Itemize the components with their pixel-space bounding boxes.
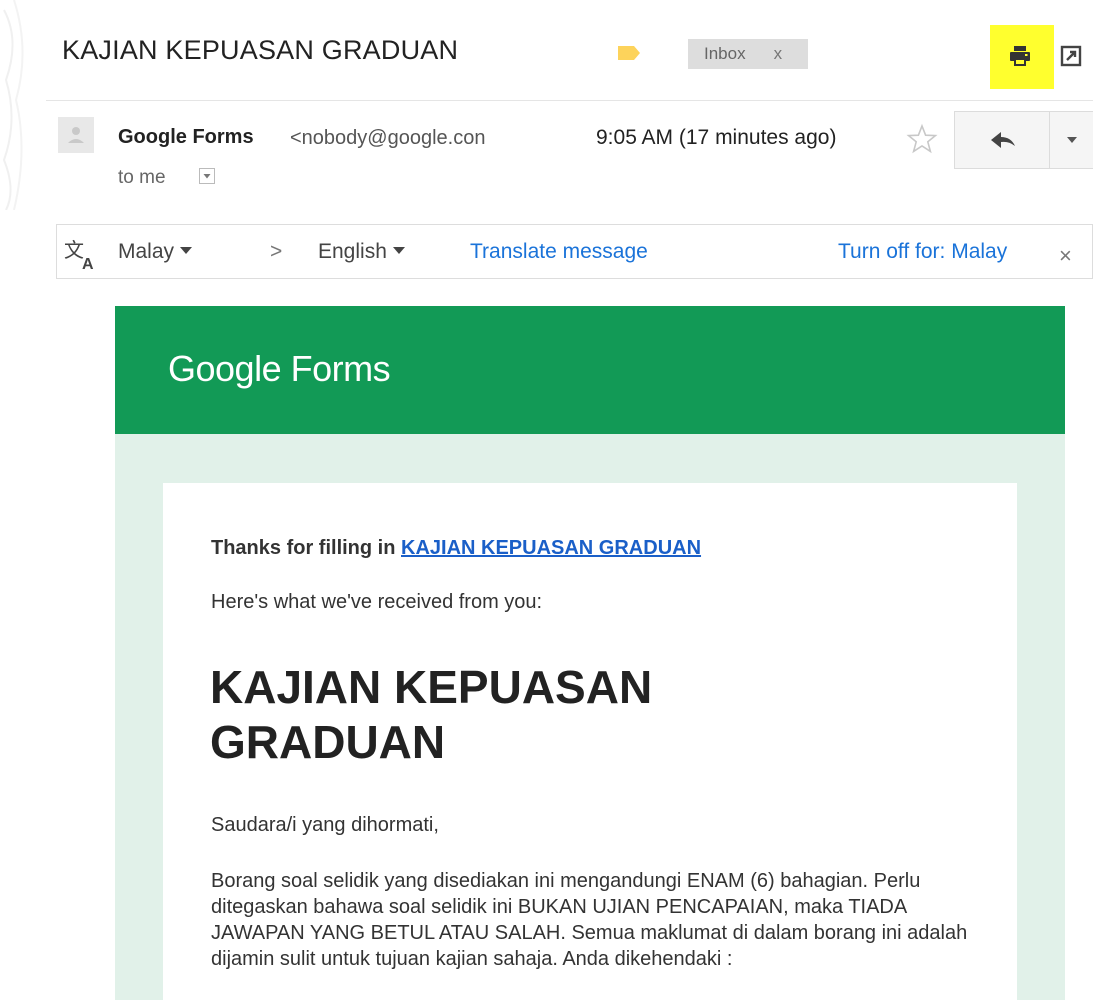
source-language-select[interactable]: Malay xyxy=(118,240,193,264)
translate-message-link[interactable]: Translate message xyxy=(470,240,648,264)
form-description: Borang soal selidik yang disediakan ini … xyxy=(211,870,968,970)
greeting-text: Saudara/i yang dihormati, xyxy=(211,814,439,836)
source-language-label: Malay xyxy=(118,240,175,263)
svg-text:文: 文 xyxy=(64,238,84,262)
email-timestamp: 9:05 AM (17 minutes ago) xyxy=(596,126,837,149)
label-tag-icon[interactable] xyxy=(616,44,642,62)
header-divider xyxy=(46,100,1093,101)
reply-button[interactable] xyxy=(954,111,1050,169)
reply-arrow-icon xyxy=(991,132,1015,148)
received-text: Here's what we've received from you: xyxy=(211,591,543,613)
remove-label-button[interactable]: x xyxy=(774,44,783,63)
language-arrow: > xyxy=(270,240,283,263)
thanks-line: Thanks for filling in KAJIAN KEPUASAN GR… xyxy=(211,537,701,560)
new-window-icon[interactable] xyxy=(1060,45,1082,67)
inbox-chip-label: Inbox xyxy=(704,44,746,63)
close-translate-bar-button[interactable]: × xyxy=(1059,243,1072,269)
translate-icon: 文 A xyxy=(64,238,94,271)
caret-down-icon xyxy=(180,246,193,254)
sender-name[interactable]: Google Forms xyxy=(118,126,254,149)
sender-avatar[interactable] xyxy=(58,117,94,153)
recipient-line: to me xyxy=(118,167,166,188)
logo-google-text: Google xyxy=(168,348,282,389)
subject-header: KAJIAN KEPUASAN GRADUAN Inbox x xyxy=(0,0,1093,100)
caret-down-icon xyxy=(392,246,405,254)
printer-icon[interactable] xyxy=(1008,44,1032,68)
form-title: KAJIAN KEPUASAN GRADUAN xyxy=(210,661,653,768)
target-language-select[interactable]: English xyxy=(318,240,405,264)
more-actions-button[interactable] xyxy=(1049,111,1093,169)
caret-down-icon xyxy=(203,174,211,179)
thanks-prefix: Thanks for filling in xyxy=(211,537,401,559)
sender-email: <nobody@google.con xyxy=(290,127,486,149)
caret-down-icon xyxy=(1067,137,1077,143)
svg-text:A: A xyxy=(82,256,94,271)
star-icon[interactable] xyxy=(904,121,940,157)
inbox-label-chip[interactable]: Inbox x xyxy=(688,39,808,69)
logo-forms-text: Forms xyxy=(281,348,391,389)
target-language-label: English xyxy=(318,240,387,263)
recipient-details-toggle[interactable] xyxy=(199,168,215,184)
form-link[interactable]: KAJIAN KEPUASAN GRADUAN xyxy=(401,537,701,559)
person-icon xyxy=(68,127,84,143)
email-subject: KAJIAN KEPUASAN GRADUAN xyxy=(62,35,459,65)
google-forms-logo: Google Forms xyxy=(168,348,391,390)
turn-off-translation-link[interactable]: Turn off for: Malay xyxy=(838,240,1007,264)
